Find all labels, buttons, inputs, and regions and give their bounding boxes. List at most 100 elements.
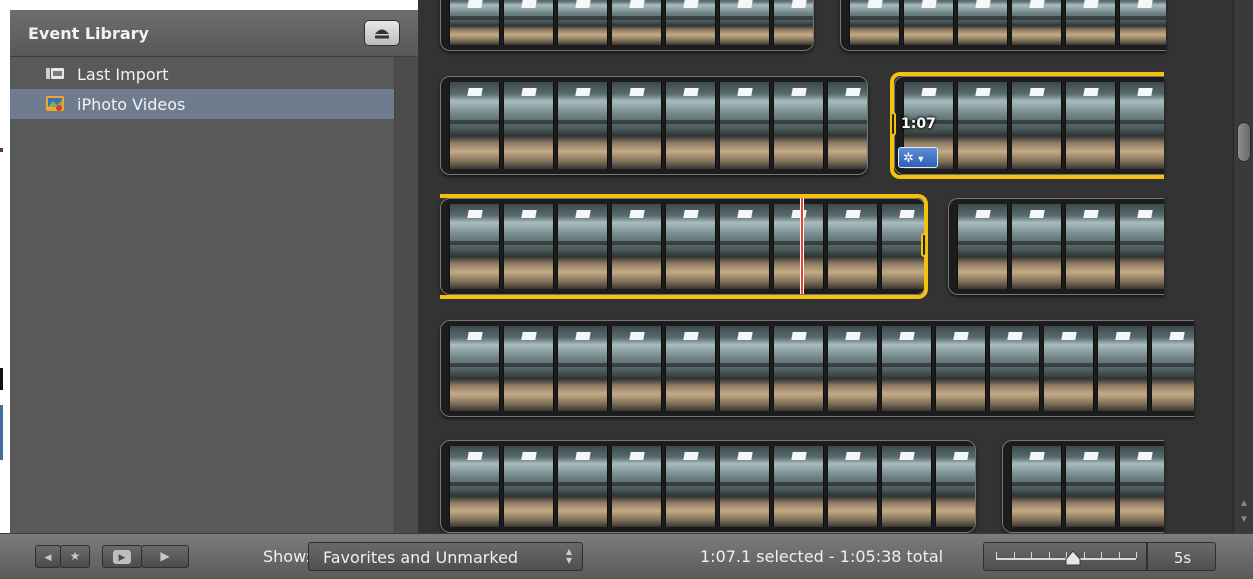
clip-frame-thumbnail — [1119, 82, 1164, 169]
event-list: Last Import iPhoto Videos — [10, 57, 394, 533]
clip-frame-thumbnail — [1011, 0, 1062, 45]
clip-strip-selected[interactable] — [440, 198, 926, 295]
scroll-up-arrow-icon[interactable]: ▲ — [1239, 498, 1249, 509]
zoom-value: 5s — [1173, 549, 1192, 567]
clip-frame-thumbnail — [1011, 446, 1062, 527]
clip-frame-thumbnail — [773, 0, 813, 45]
clip-frame-thumbnail — [719, 446, 770, 527]
clip-frame-thumbnail — [957, 0, 1008, 45]
page-edge-mark — [0, 405, 3, 460]
clip-frame-thumbnail — [557, 82, 608, 169]
film-roll-icon — [46, 68, 64, 79]
clip-frame-thumbnail — [881, 446, 932, 527]
sidebar-item-last-import[interactable]: Last Import — [10, 59, 394, 89]
clip-frame-thumbnail — [1011, 82, 1062, 169]
clip-frame-thumbnail — [827, 82, 867, 169]
clip-frame-thumbnail — [719, 204, 770, 289]
gear-icon: ✲ — [903, 150, 914, 165]
event-library-sidebar: Event Library Last Import iPhoto Videos — [10, 10, 418, 533]
clip-frame-thumbnail — [881, 204, 925, 289]
show-library-toggle-left[interactable]: ◀ — [35, 545, 61, 568]
play-button[interactable]: ▶ — [141, 545, 189, 568]
zoom-slider[interactable] — [983, 542, 1147, 571]
browser-scrollbar[interactable]: ▲ ▼ — [1233, 0, 1253, 533]
star-icon: ★ — [69, 549, 81, 563]
clip-frame-thumbnail — [557, 204, 608, 289]
clip-frame-thumbnail — [503, 0, 554, 45]
sidebar-scrollbar[interactable] — [394, 57, 418, 533]
eject-icon — [375, 29, 389, 39]
clip-strip[interactable] — [440, 320, 1194, 417]
clip-frame-thumbnail — [449, 326, 500, 411]
clip-frame-thumbnail — [557, 326, 608, 411]
clip-strip[interactable] — [440, 0, 814, 51]
scrollbar-thumb[interactable] — [1237, 122, 1251, 162]
clip-frame-thumbnail — [503, 82, 554, 169]
clip-frame-thumbnail — [449, 82, 500, 169]
bottom-toolbar: ◀ ★ ▶ ▶ Show: Favorites and Unmarked ▴ ▾ … — [0, 533, 1253, 579]
clip-frame-thumbnail — [449, 0, 500, 45]
triangle-left-icon: ◀ — [44, 552, 52, 562]
selection-start-handle[interactable] — [890, 112, 896, 136]
sidebar-title: Event Library — [28, 24, 149, 43]
clip-frame-thumbnail — [1097, 326, 1148, 411]
selection-end-handle[interactable] — [921, 233, 927, 257]
clip-frame-thumbnail — [773, 326, 824, 411]
event-list-button[interactable]: ★ — [60, 545, 90, 568]
zoom-slider-thumb[interactable] — [1065, 550, 1081, 566]
zoom-slider-tick — [1031, 552, 1032, 558]
clip-frame-thumbnail — [449, 446, 500, 527]
clip-frame-thumbnail — [611, 82, 662, 169]
sidebar-header: Event Library — [10, 10, 418, 57]
play-icon: ▶ — [160, 549, 170, 563]
chevron-down-icon: ▼ — [913, 154, 926, 164]
zoom-slider-tick — [996, 552, 997, 558]
clip-strip[interactable] — [948, 198, 1164, 295]
clip-strip[interactable] — [440, 440, 976, 533]
clip-frame-thumbnail — [935, 446, 975, 527]
sidebar-item-iphoto-videos[interactable]: iPhoto Videos — [10, 89, 394, 119]
clip-frame-thumbnail — [665, 82, 716, 169]
clip-frame-thumbnail — [719, 0, 770, 45]
clip-frame-thumbnail — [611, 204, 662, 289]
zoom-slider-tick — [1101, 552, 1102, 558]
clip-frame-thumbnail — [1119, 0, 1166, 45]
clip-frame-thumbnail — [773, 82, 824, 169]
clip-frame-thumbnail — [1151, 326, 1194, 411]
clip-frame-thumbnail — [611, 446, 662, 527]
eject-button[interactable] — [364, 20, 400, 46]
clip-frame-thumbnail — [503, 446, 554, 527]
clip-frame-thumbnail — [827, 446, 878, 527]
clip-frame-thumbnail — [827, 204, 878, 289]
playhead[interactable] — [800, 198, 804, 294]
clip-strip[interactable] — [840, 0, 1166, 51]
scroll-down-arrow-icon[interactable]: ▼ — [1239, 514, 1249, 525]
clip-frame-thumbnail — [773, 446, 824, 527]
clip-frame-thumbnail — [665, 326, 716, 411]
clip-strip[interactable] — [1002, 440, 1164, 533]
clip-action-button[interactable]: ✲ ▼ — [898, 147, 938, 168]
clip-frame-thumbnail — [503, 326, 554, 411]
clip-frame-thumbnail — [719, 82, 770, 169]
zoom-slider-tick — [1136, 552, 1137, 558]
clip-frame-thumbnail — [989, 326, 1040, 411]
clip-duration-label: 1:07 — [901, 116, 936, 132]
play-screen-icon: ▶ — [113, 550, 131, 564]
clip-frame-thumbnail — [1119, 446, 1164, 527]
clip-frame-thumbnail — [665, 0, 716, 45]
zoom-slider-tick — [1013, 552, 1015, 558]
clip-frame-thumbnail — [1065, 0, 1116, 45]
page-edge-mark — [0, 368, 3, 390]
page-edge-mark — [0, 148, 3, 152]
zoom-slider-tick — [1118, 552, 1120, 558]
show-filter-select[interactable]: Favorites and Unmarked ▴ ▾ — [308, 542, 583, 571]
clip-frame-thumbnail — [935, 326, 986, 411]
clip-frame-thumbnail — [881, 326, 932, 411]
sidebar-item-label: iPhoto Videos — [77, 95, 186, 114]
clip-frame-thumbnail — [773, 204, 824, 289]
selection-status: 1:07.1 selected - 1:05:38 total — [700, 547, 944, 566]
clip-strip[interactable] — [440, 76, 868, 175]
play-full-screen-button[interactable]: ▶ — [102, 545, 142, 568]
clip-frame-thumbnail — [719, 326, 770, 411]
up-down-arrows-icon: ▴ ▾ — [565, 544, 572, 567]
